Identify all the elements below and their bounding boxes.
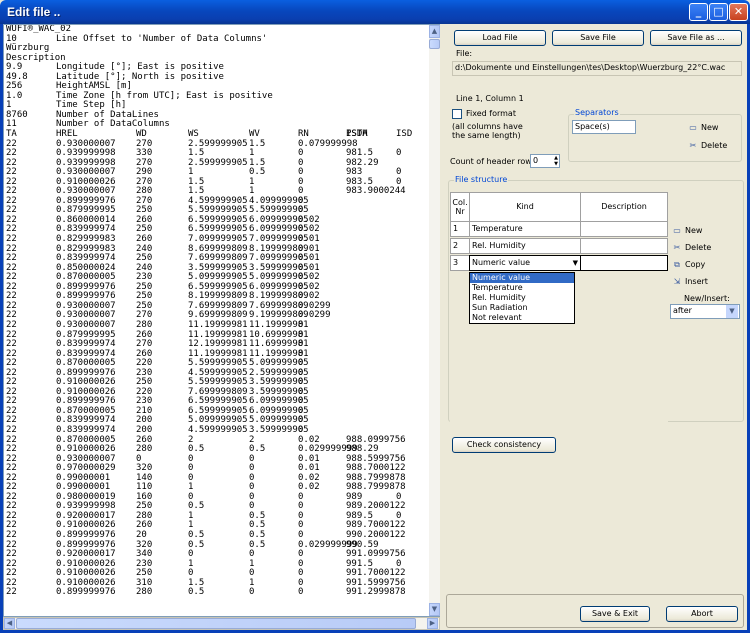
- dropdown-option[interactable]: Temperature: [470, 283, 574, 293]
- text-field: 0: [249, 587, 255, 598]
- col-nr-header-line1: Col.: [452, 198, 468, 207]
- header-rows-spinner[interactable]: 0 ▲ ▼: [530, 154, 560, 168]
- structure-copy-label: Copy: [685, 260, 706, 269]
- separator-new-label: New: [701, 123, 719, 132]
- scissors-icon: ✂: [673, 243, 681, 252]
- file-path-field: d:\Dokumente und Einstellungen\tes\Deskt…: [452, 61, 742, 76]
- dropdown-option[interactable]: Numeric value: [470, 273, 574, 283]
- cursor-position-label: Line 1, Column 1: [456, 94, 524, 103]
- dropdown-option[interactable]: Rel. Humidity: [470, 293, 574, 303]
- text-field: 0: [298, 587, 304, 598]
- row-description[interactable]: [580, 238, 668, 254]
- structure-delete-label: Delete: [685, 243, 712, 252]
- file-structure-title: File structure: [454, 175, 509, 184]
- text-field: 2.599999905: [188, 157, 248, 168]
- header-rows-value: 0: [533, 156, 539, 165]
- maximize-icon[interactable]: □: [709, 3, 728, 21]
- new-document-icon: ▭: [689, 123, 697, 132]
- new-insert-label: New/Insert:: [684, 294, 730, 303]
- window-title: Edit file ..: [7, 5, 61, 19]
- control-panel: Load File Save File Save File as ... Fil…: [444, 24, 747, 630]
- description-header: Description: [580, 192, 668, 222]
- check-consistency-button[interactable]: Check consistency: [452, 437, 556, 453]
- save-exit-button[interactable]: Save & Exit: [580, 606, 650, 622]
- structure-insert-button[interactable]: ⇲ Insert: [672, 277, 708, 286]
- vertical-scrollbar[interactable]: ▲ ▼: [429, 25, 440, 616]
- header-rows-label: Count of header rows: [450, 157, 536, 166]
- fixed-format-label: Fixed format: [466, 109, 516, 118]
- fixed-format-checkbox[interactable]: [452, 109, 462, 119]
- new-document-icon: ▭: [673, 226, 681, 235]
- text-field: 280: [136, 587, 153, 598]
- structure-insert-label: Insert: [685, 277, 708, 286]
- text-line: Würzburg: [6, 44, 426, 54]
- text-field: 0.899999976: [56, 587, 116, 598]
- text-field: ISD: [396, 129, 413, 140]
- chevron-down-icon[interactable]: ▼: [726, 305, 738, 318]
- horizontal-scroll-thumb[interactable]: [16, 618, 416, 629]
- structure-delete-button[interactable]: ✂ Delete: [672, 243, 712, 252]
- file-text-content[interactable]: WUFI®_WAC_02 10 Line Offset to 'Number of …: [6, 25, 426, 616]
- load-file-button[interactable]: Load File: [454, 30, 546, 46]
- text-field: 991.2999878: [346, 587, 406, 598]
- row-kind[interactable]: Temperature: [469, 221, 581, 237]
- kind-dropdown-list[interactable]: Numeric value Temperature Rel. Humidity …: [469, 272, 575, 324]
- row-description[interactable]: [580, 221, 668, 237]
- vertical-scroll-thumb[interactable]: [429, 39, 440, 49]
- insert-icon: ⇲: [673, 277, 681, 286]
- col-nr-header: Col. Nr: [450, 192, 470, 222]
- scroll-left-icon[interactable]: ◀: [4, 618, 15, 629]
- abort-button[interactable]: Abort: [666, 606, 738, 622]
- text-field: 22: [6, 587, 17, 598]
- chevron-down-icon[interactable]: ▼: [573, 256, 578, 270]
- text-field: 983.9000244: [346, 186, 406, 197]
- horizontal-scrollbar[interactable]: ◀ ▶: [3, 617, 440, 630]
- kind-select-value: Numeric value: [472, 258, 531, 267]
- scissors-icon: ✂: [689, 141, 697, 150]
- file-text-editor[interactable]: WUFI®_WAC_02 10 Line Offset to 'Number of …: [3, 24, 440, 617]
- file-label: File:: [456, 49, 473, 58]
- separator-new-button[interactable]: ▭ New: [688, 123, 718, 132]
- title-bar[interactable]: Edit file .. _ □ ✕: [0, 0, 750, 24]
- separator-delete-button[interactable]: ✂ Delete: [688, 141, 728, 150]
- structure-new-button[interactable]: ▭ New: [672, 226, 702, 235]
- row-kind[interactable]: Rel. Humidity: [469, 238, 581, 254]
- kind-header: Kind: [469, 192, 581, 222]
- fixed-format-note-line2: the same length): [452, 131, 521, 140]
- text-field: 4.599999905: [188, 424, 248, 435]
- separators-title: Separators: [574, 108, 620, 117]
- scroll-up-icon[interactable]: ▲: [429, 25, 440, 38]
- new-insert-select[interactable]: after ▼: [670, 304, 740, 319]
- scroll-down-icon[interactable]: ▼: [429, 603, 440, 616]
- save-file-as-button[interactable]: Save File as ...: [650, 30, 742, 46]
- row-nr: 1: [450, 221, 470, 237]
- dropdown-option[interactable]: Not relevant: [470, 313, 574, 323]
- row-nr: 2: [450, 238, 470, 254]
- col-nr-header-line2: Nr: [455, 207, 465, 216]
- save-file-button[interactable]: Save File: [552, 30, 644, 46]
- copy-icon: ⧉: [674, 260, 680, 269]
- structure-new-label: New: [685, 226, 703, 235]
- row-nr: 3: [450, 255, 470, 271]
- separator-delete-label: Delete: [701, 141, 728, 150]
- text-line: 22 0.899999976 280 0.5 0 0 991.2999878: [6, 588, 426, 598]
- kind-select[interactable]: Numeric value ▼: [469, 255, 581, 271]
- text-line: 10 Line Offset to 'Number of Data Columns…: [6, 33, 426, 45]
- fixed-format-note-line1: (all columns have: [452, 122, 523, 131]
- row-description[interactable]: [580, 255, 668, 271]
- dropdown-option[interactable]: Sun Radiation: [470, 303, 574, 313]
- new-insert-value: after: [673, 306, 692, 315]
- text-field: 0.5: [188, 587, 205, 598]
- spinner-arrows-icon[interactable]: ▲ ▼: [554, 155, 558, 167]
- structure-copy-button[interactable]: ⧉ Copy: [672, 260, 705, 270]
- minimize-icon[interactable]: _: [689, 3, 708, 21]
- scroll-right-icon[interactable]: ▶: [427, 618, 438, 629]
- text-field: Line Offset to 'Number of Data Columns': [56, 33, 268, 44]
- close-icon[interactable]: ✕: [729, 3, 748, 21]
- separator-field[interactable]: Space(s): [572, 120, 636, 134]
- file-structure-grid[interactable]: Col. Nr Kind Description 1 Temperature 2…: [450, 192, 668, 422]
- text-field: 0: [396, 148, 402, 159]
